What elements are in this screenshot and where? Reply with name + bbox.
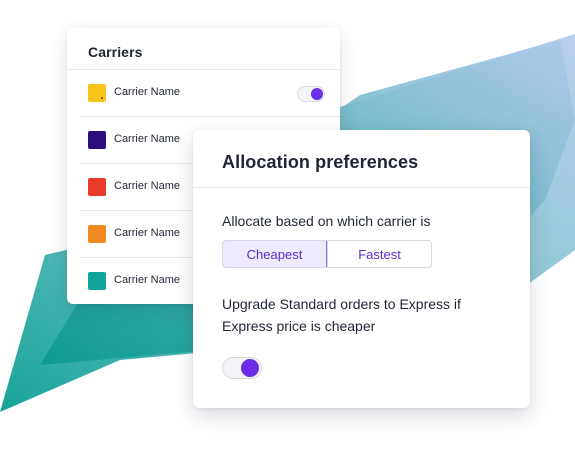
carrier-toggle[interactable]	[297, 86, 325, 102]
carrier-color-swatch	[88, 178, 106, 196]
carrier-color-swatch	[88, 84, 106, 102]
carrier-name: Carrier Name	[114, 227, 181, 239]
carriers-title: Carriers	[88, 44, 143, 60]
carrier-color-swatch	[88, 131, 106, 149]
allocation-question: Allocate based on which carrier is	[222, 213, 431, 229]
carrier-name: Carrier Name	[114, 180, 181, 192]
carrier-name: Carrier Name	[114, 274, 181, 286]
upgrade-express-label: Upgrade Standard orders to Express if Ex…	[222, 296, 461, 334]
carrier-basis-segmented-control: Cheapest Fastest	[222, 240, 432, 268]
toggle-knob	[241, 359, 259, 377]
divider	[193, 187, 530, 188]
carrier-name: Carrier Name	[114, 133, 181, 145]
upgrade-express-toggle[interactable]	[222, 357, 262, 379]
allocation-title: Allocation preferences	[222, 152, 419, 172]
carrier-name: Carrier Name	[114, 86, 181, 98]
carrier-color-swatch	[88, 225, 106, 243]
carrier-color-swatch	[88, 272, 106, 290]
toggle-knob	[311, 88, 323, 100]
carrier-row[interactable]: Carrier Name	[67, 70, 340, 117]
swatch-dot	[101, 97, 103, 99]
allocation-preferences-card: Allocation preferences Allocate based on…	[193, 130, 530, 408]
cheapest-option-button[interactable]: Cheapest	[223, 241, 327, 267]
fastest-option-button[interactable]: Fastest	[327, 241, 431, 267]
